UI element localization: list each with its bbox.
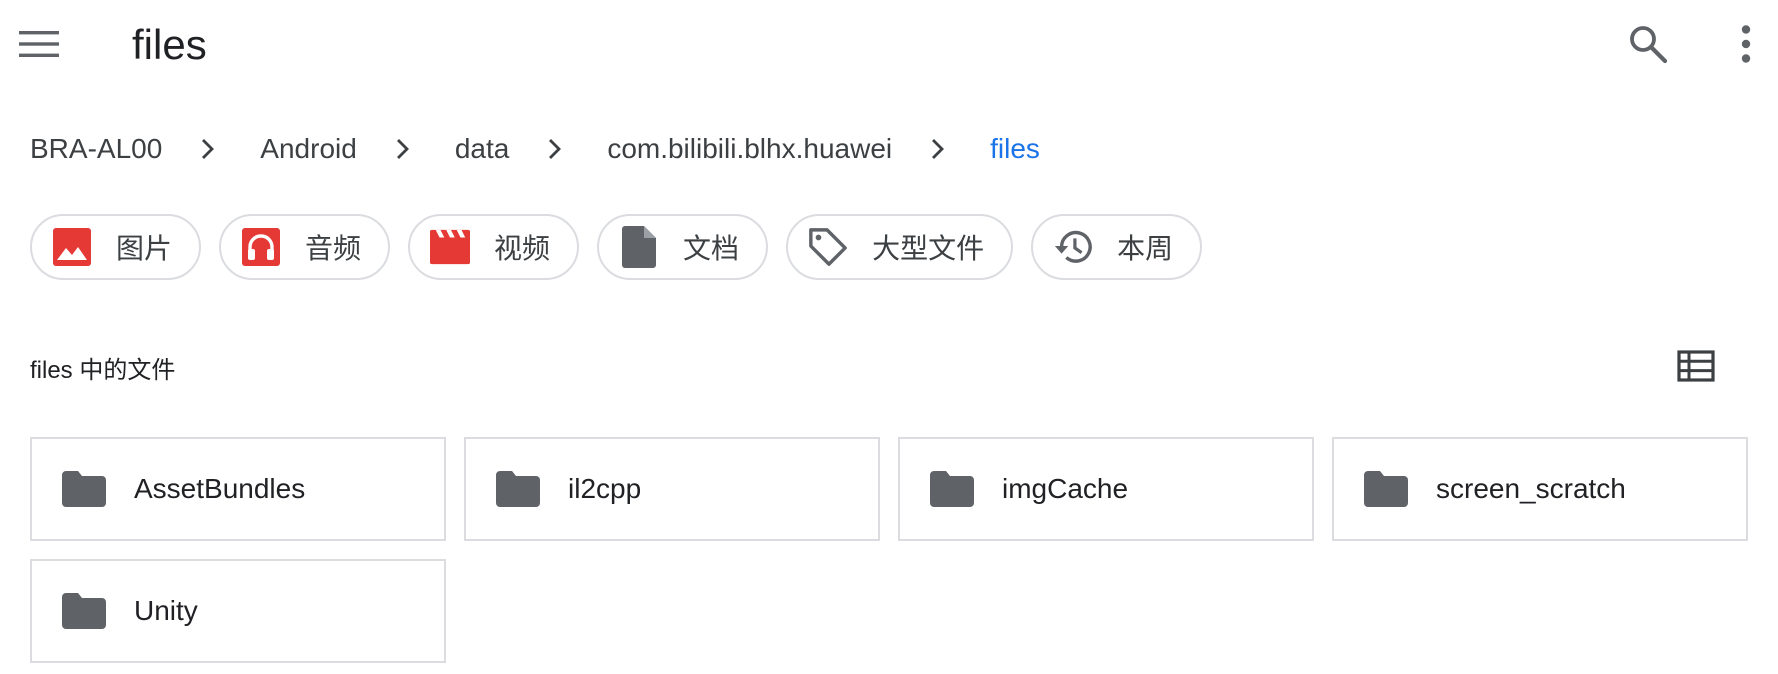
folder-item[interactable]: imgCache bbox=[898, 437, 1314, 541]
search-icon bbox=[1630, 26, 1668, 64]
more-vert-icon bbox=[1741, 25, 1751, 63]
folder-name: il2cpp bbox=[568, 473, 642, 504]
list-view-icon bbox=[1677, 350, 1715, 382]
folder-item[interactable]: screen_scratch bbox=[1332, 437, 1748, 541]
folder-icon bbox=[928, 465, 976, 513]
folder-item[interactable]: Unity bbox=[30, 559, 446, 663]
breadcrumb-item-bra-al00[interactable]: BRA-AL00 bbox=[30, 133, 162, 165]
filter-chip-row: 图片 音频 视频 文档 大型文件 本周 bbox=[30, 214, 1203, 280]
breadcrumb-item-android[interactable]: Android bbox=[260, 133, 357, 165]
page-title: files bbox=[132, 21, 207, 68]
folder-icon bbox=[494, 465, 542, 513]
breadcrumb-item-files[interactable]: files bbox=[990, 133, 1040, 165]
chip-video[interactable]: 视频 bbox=[408, 214, 580, 280]
folder-item[interactable]: il2cpp bbox=[464, 437, 880, 541]
chevron-right-icon bbox=[545, 139, 565, 159]
folder-grid: AssetBundles il2cpp imgCache screen_scra… bbox=[30, 437, 1752, 663]
search-button[interactable] bbox=[1620, 20, 1676, 68]
breadcrumb: BRA-AL00 Android data com.bilibili.blhx.… bbox=[30, 124, 1040, 174]
breadcrumb-item-package[interactable]: com.bilibili.blhx.huawei bbox=[607, 133, 892, 165]
chevron-right-icon bbox=[198, 139, 218, 159]
more-options-button[interactable] bbox=[1722, 20, 1770, 68]
folder-name: imgCache bbox=[1002, 473, 1129, 504]
chip-label: 图片 bbox=[116, 233, 173, 264]
history-icon bbox=[1053, 227, 1093, 267]
chip-label: 视频 bbox=[494, 233, 551, 264]
view-toggle-button[interactable] bbox=[1672, 342, 1720, 390]
chip-label: 本周 bbox=[1117, 233, 1174, 264]
headphones-icon bbox=[241, 227, 281, 267]
folder-name: AssetBundles bbox=[134, 473, 306, 504]
folder-icon bbox=[1362, 465, 1410, 513]
menu-button[interactable] bbox=[14, 22, 64, 66]
folder-icon bbox=[60, 587, 108, 635]
chip-audio[interactable]: 音频 bbox=[219, 214, 391, 280]
top-app-bar: files bbox=[0, 0, 1778, 90]
chevron-right-icon bbox=[393, 139, 413, 159]
chip-label: 文档 bbox=[683, 233, 740, 264]
chevron-right-icon bbox=[928, 139, 948, 159]
image-icon bbox=[52, 227, 92, 267]
breadcrumb-item-data[interactable]: data bbox=[455, 133, 510, 165]
video-icon bbox=[430, 227, 471, 267]
document-icon bbox=[619, 226, 659, 268]
folder-item[interactable]: AssetBundles bbox=[30, 437, 446, 541]
chip-documents[interactable]: 文档 bbox=[597, 214, 769, 280]
chip-this-week[interactable]: 本周 bbox=[1031, 214, 1203, 280]
hamburger-menu-icon bbox=[19, 31, 59, 57]
chip-label: 音频 bbox=[305, 233, 362, 264]
folder-icon bbox=[60, 465, 108, 513]
section-header: files 中的文件 bbox=[30, 357, 176, 384]
chip-large-files[interactable]: 大型文件 bbox=[786, 214, 1014, 280]
folder-name: Unity bbox=[134, 595, 198, 626]
folder-name: screen_scratch bbox=[1436, 473, 1626, 504]
chip-label: 大型文件 bbox=[872, 233, 985, 264]
tag-icon bbox=[808, 227, 848, 267]
chip-images[interactable]: 图片 bbox=[30, 214, 202, 280]
